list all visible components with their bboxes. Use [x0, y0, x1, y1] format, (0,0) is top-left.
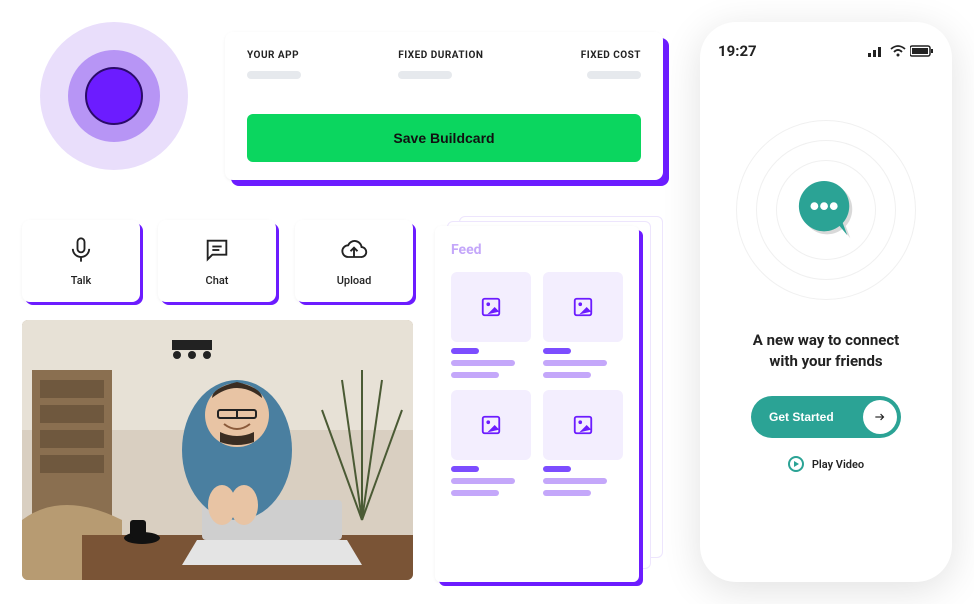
headline-line1: A new way to connect — [718, 330, 934, 351]
skeleton-line — [543, 478, 607, 484]
feed-card: Feed — [435, 226, 639, 582]
feed-item[interactable] — [543, 272, 623, 378]
buildcard-value-cost — [587, 71, 641, 79]
get-started-label: Get Started — [769, 410, 834, 424]
skeleton-line — [543, 360, 607, 366]
buildcard-label-duration: FIXED DURATION — [398, 50, 483, 61]
skeleton-line — [451, 466, 479, 472]
feed-item[interactable] — [451, 272, 531, 378]
buildcard-value-duration — [398, 71, 452, 79]
phone-mock: 19:27 A new way to connect with your fri… — [700, 22, 952, 582]
feed-title: Feed — [451, 242, 623, 258]
image-placeholder-icon — [451, 390, 531, 460]
play-video-button[interactable]: Play Video — [788, 456, 864, 472]
skeleton-line — [451, 348, 479, 354]
buildcard-label-app: YOUR APP — [247, 50, 301, 61]
headline-line2: with your friends — [718, 351, 934, 372]
logo-orb — [40, 22, 188, 170]
skeleton-line — [451, 360, 515, 366]
buildcard-value-app — [247, 71, 301, 79]
image-placeholder-icon — [451, 272, 531, 342]
skeleton-line — [451, 478, 515, 484]
feed-item[interactable] — [451, 390, 531, 496]
talk-button[interactable]: Talk — [22, 220, 140, 302]
upload-button[interactable]: Upload — [295, 220, 413, 302]
arrow-right-icon — [863, 400, 897, 434]
status-icons — [868, 45, 934, 57]
battery-icon — [910, 45, 934, 57]
play-icon — [788, 456, 804, 472]
upload-label: Upload — [337, 274, 372, 287]
buildcard-panel: YOUR APP FIXED DURATION FIXED COST Save … — [225, 32, 663, 180]
talk-label: Talk — [71, 274, 91, 287]
cloud-upload-icon — [340, 236, 368, 268]
status-time: 19:27 — [718, 42, 757, 60]
chat-label: Chat — [206, 274, 229, 287]
wifi-icon — [890, 45, 906, 57]
skeleton-line — [543, 372, 591, 378]
play-video-label: Play Video — [812, 458, 864, 471]
buildcard-label-cost: FIXED COST — [581, 50, 641, 61]
hero-photo — [22, 320, 413, 580]
image-placeholder-icon — [543, 390, 623, 460]
chat-app-logo — [736, 120, 916, 300]
chat-icon — [203, 236, 231, 268]
feed-item[interactable] — [543, 390, 623, 496]
skeleton-line — [543, 466, 571, 472]
skeleton-line — [451, 372, 499, 378]
signal-icon — [868, 45, 886, 57]
skeleton-line — [451, 490, 499, 496]
microphone-icon — [67, 236, 95, 268]
phone-headline: A new way to connect with your friends — [718, 330, 934, 372]
skeleton-line — [543, 490, 591, 496]
feed-stack: Feed — [435, 226, 663, 582]
logo-orb-mid — [68, 50, 160, 142]
chat-button[interactable]: Chat — [158, 220, 276, 302]
save-buildcard-button[interactable]: Save Buildcard — [247, 114, 641, 162]
speech-bubble-icon — [795, 179, 857, 241]
get-started-button[interactable]: Get Started — [751, 396, 901, 438]
logo-orb-inner — [85, 67, 143, 125]
image-placeholder-icon — [543, 272, 623, 342]
status-bar: 19:27 — [718, 42, 934, 60]
skeleton-line — [543, 348, 571, 354]
